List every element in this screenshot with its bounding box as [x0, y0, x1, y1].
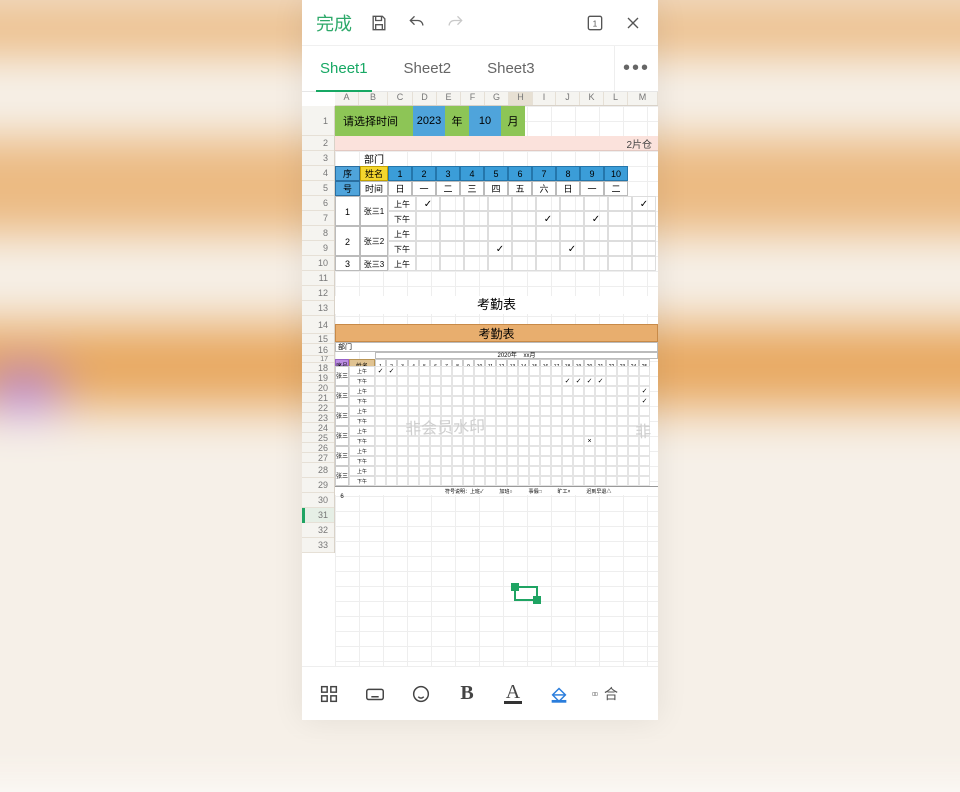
column-header-M[interactable]: M [628, 92, 658, 105]
row-header-11[interactable]: 11 [302, 271, 334, 286]
dept-label: 部门 [360, 151, 388, 166]
column-header-C[interactable]: C [388, 92, 413, 105]
row-header-12[interactable]: 12 [302, 286, 334, 301]
column-header-B[interactable]: B [359, 92, 388, 105]
row-header-18[interactable]: 18 [302, 363, 334, 373]
row-header-14[interactable]: 14 [302, 316, 334, 334]
time-picker-label: 请选择时间 [335, 113, 413, 129]
month-cell[interactable]: 10 [469, 106, 501, 136]
row-header-4[interactable]: 4 [302, 166, 334, 181]
row-header-8[interactable]: 8 [302, 226, 334, 241]
row-headers[interactable]: 1234567891011121314151617181920212223242… [302, 106, 335, 553]
row-header-25[interactable]: 25 [302, 433, 334, 443]
time-picker-row: 请选择时间 2023 年 10 月 [335, 106, 525, 136]
bold-button[interactable]: B [454, 681, 480, 707]
panel-icon[interactable]: 1 [584, 12, 606, 34]
topbar: 完成 1 [302, 0, 658, 46]
column-header-D[interactable]: D [413, 92, 437, 105]
row-header-22[interactable]: 22 [302, 403, 334, 413]
row-header-26[interactable]: 26 [302, 443, 334, 453]
row-header-32[interactable]: 32 [302, 523, 334, 538]
attendance-title-1: 考勤表 [335, 296, 658, 314]
tabs-more-icon[interactable]: ••• [614, 46, 658, 91]
redo-icon[interactable] [444, 12, 466, 34]
row-header-1[interactable]: 1 [302, 106, 334, 136]
column-header-F[interactable]: F [461, 92, 485, 105]
column-header-K[interactable]: K [580, 92, 604, 105]
row-header-31[interactable]: 31 [302, 508, 334, 523]
row-header-29[interactable]: 29 [302, 478, 334, 493]
save-icon[interactable] [368, 12, 390, 34]
column-header-H[interactable]: H [509, 92, 533, 105]
done-button[interactable]: 完成 [316, 10, 352, 36]
row-header-10[interactable]: 10 [302, 256, 334, 271]
tab-sheet3[interactable]: Sheet3 [469, 46, 553, 91]
sheet-tabs: Sheet1 Sheet2 Sheet3 ••• [302, 46, 658, 92]
column-header-E[interactable]: E [437, 92, 461, 105]
row-header-28[interactable]: 28 [302, 463, 334, 478]
row-header-23[interactable]: 23 [302, 413, 334, 423]
row-header-30[interactable]: 30 [302, 493, 334, 508]
grid-menu-icon[interactable] [316, 681, 342, 707]
attendance-table-2: 部门2020年 xx月序号姓名1234567891011121314151617… [335, 342, 658, 495]
row-header-16[interactable]: 16 [302, 344, 334, 356]
year-unit: 年 [445, 113, 469, 129]
row2-band: 2片仓 [335, 136, 658, 151]
column-header-I[interactable]: I [533, 92, 556, 105]
column-header-G[interactable]: G [485, 92, 509, 105]
svg-text:1: 1 [593, 18, 598, 28]
keyboard-icon[interactable] [362, 681, 388, 707]
close-icon[interactable] [622, 12, 644, 34]
merge-cells-button[interactable]: 合 [592, 681, 618, 707]
row-header-6[interactable]: 6 [302, 196, 334, 211]
attendance-title-2-band: 考勤表 [335, 324, 658, 342]
column-header-A[interactable]: A [335, 92, 359, 105]
row-header-13[interactable]: 13 [302, 301, 334, 316]
row-header-20[interactable]: 20 [302, 383, 334, 393]
column-headers[interactable]: ABCDEFGHIJKLM [335, 92, 658, 106]
row2-right-text: 2片仓 [626, 136, 652, 151]
undo-icon[interactable] [406, 12, 428, 34]
row-header-15[interactable]: 15 [302, 334, 334, 344]
format-toolbar: B A 合 [302, 666, 658, 720]
row-header-33[interactable]: 33 [302, 538, 334, 553]
row-header-5[interactable]: 5 [302, 181, 334, 196]
spreadsheet-grid[interactable]: ABCDEFGHIJKLM 12345678910111213141516171… [302, 92, 658, 666]
row-header-7[interactable]: 7 [302, 211, 334, 226]
selected-cell[interactable] [514, 586, 538, 601]
month-unit: 月 [501, 113, 525, 129]
emoji-icon[interactable] [408, 681, 434, 707]
column-header-J[interactable]: J [556, 92, 580, 105]
year-cell[interactable]: 2023 [413, 106, 445, 136]
row-header-27[interactable]: 27 [302, 453, 334, 463]
row-header-9[interactable]: 9 [302, 241, 334, 256]
tab-sheet2[interactable]: Sheet2 [386, 46, 470, 91]
row-header-2[interactable]: 2 [302, 136, 334, 151]
row-header-21[interactable]: 21 [302, 393, 334, 403]
fill-color-button[interactable] [546, 681, 572, 707]
row-header-17[interactable]: 17 [302, 356, 334, 363]
row-header-19[interactable]: 19 [302, 373, 334, 383]
column-header-L[interactable]: L [604, 92, 628, 105]
font-color-button[interactable]: A [500, 681, 526, 707]
row-header-3[interactable]: 3 [302, 151, 334, 166]
attendance-table-1: 序姓名12345678910号时间日一二三四五六日一二1张三1上午✓✓下午✓✓2… [335, 166, 658, 271]
app-window: 完成 1 Sheet1 Sheet2 Sheet3 ••• ABCDEFGHIJ… [302, 0, 658, 720]
row-header-24[interactable]: 24 [302, 423, 334, 433]
tab-sheet1[interactable]: Sheet1 [302, 46, 386, 91]
merge-label: 合 [604, 684, 618, 704]
